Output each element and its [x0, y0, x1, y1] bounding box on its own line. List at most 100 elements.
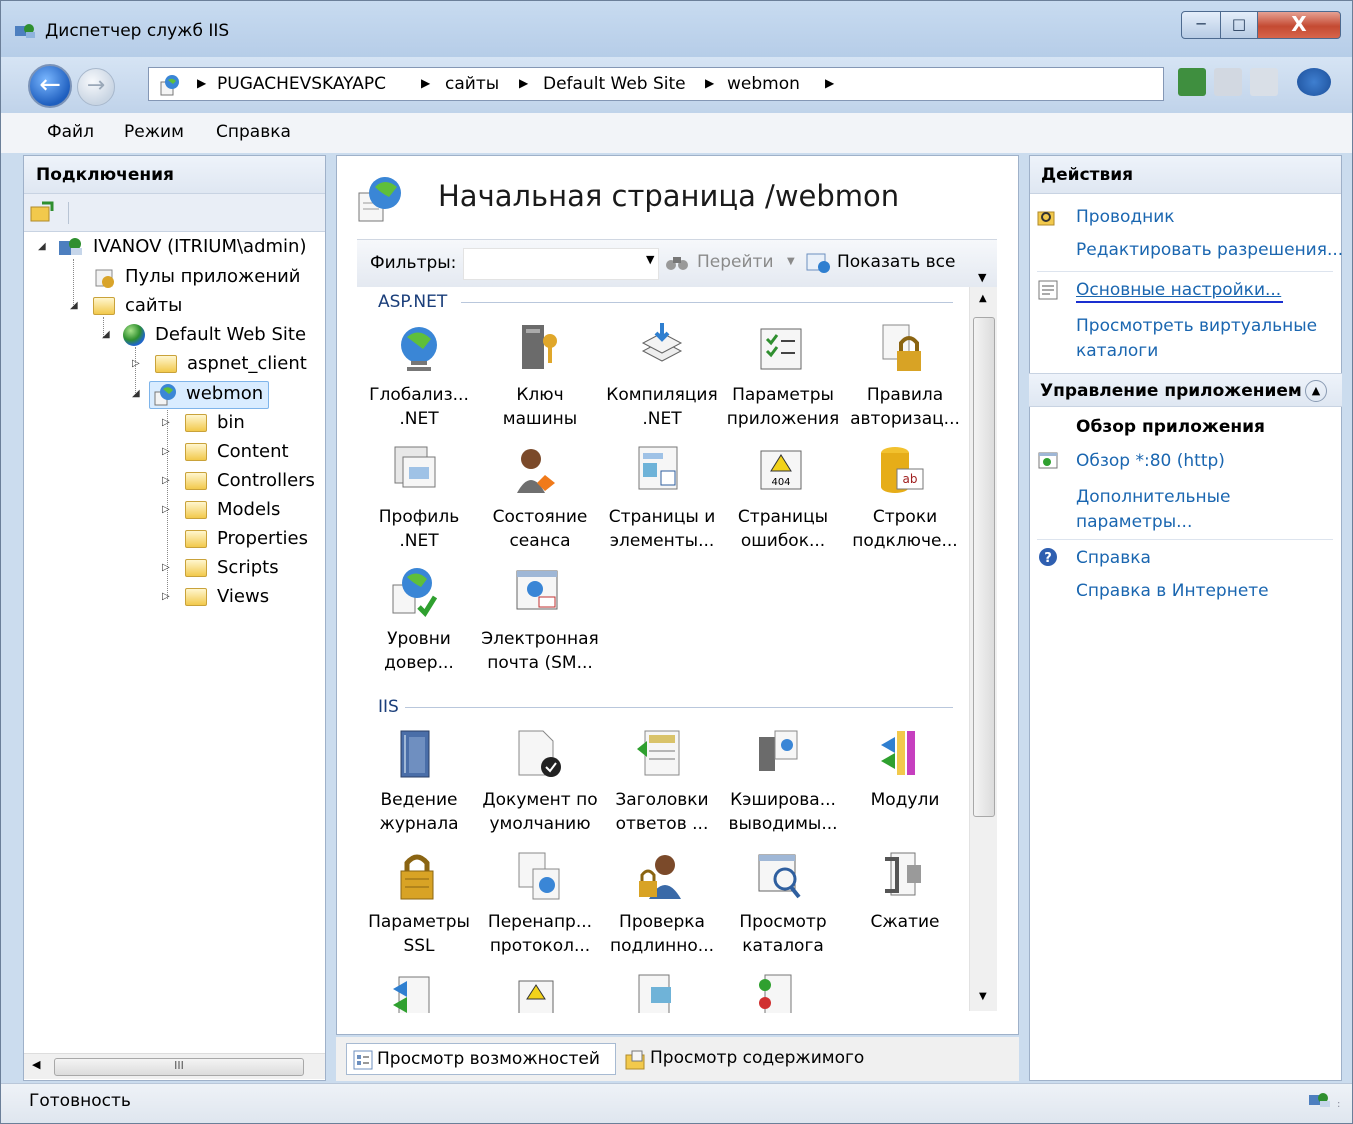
- maximize-button[interactable]: □: [1220, 11, 1258, 39]
- breadcrumb-webmon[interactable]: webmon: [727, 74, 800, 94]
- action-help[interactable]: Справка: [1076, 546, 1151, 570]
- forward-button[interactable]: →: [77, 68, 115, 106]
- tree-item-content[interactable]: Content: [217, 441, 289, 462]
- feature-ssl-settings[interactable]: Параметры SSL: [357, 910, 481, 958]
- filter-bar-overflow-icon[interactable]: ▼: [978, 271, 986, 284]
- minimize-button[interactable]: ─: [1181, 11, 1221, 39]
- feature-output-caching[interactable]: Кэширова... выводимы...: [721, 788, 845, 836]
- breadcrumb-sites[interactable]: сайты: [445, 74, 499, 94]
- connections-horizontal-scrollbar[interactable]: ◀ III: [24, 1053, 325, 1079]
- expand-toggle[interactable]: ▷: [132, 358, 140, 369]
- expand-toggle[interactable]: ▷: [162, 504, 170, 515]
- address-bar[interactable]: ▶ PUGACHEVSKAYAPC ▶ сайты ▶ Default Web …: [148, 67, 1164, 101]
- stop-icon[interactable]: [1214, 68, 1242, 96]
- feature-label: ошибок...: [740, 531, 826, 551]
- feature-authorization-rules[interactable]: Правила авторизац...: [843, 383, 967, 431]
- tree-item-controllers[interactable]: Controllers: [217, 470, 315, 491]
- tree-item-scripts[interactable]: Scripts: [217, 557, 279, 578]
- feature-label: Правила: [866, 385, 944, 405]
- feature-directory-browsing[interactable]: Просмотр каталога: [721, 910, 845, 958]
- breadcrumb-server[interactable]: PUGACHEVSKAYAPC: [217, 74, 386, 94]
- feature-default-document[interactable]: Документ по умолчанию: [478, 788, 602, 836]
- action-browse-http[interactable]: Обзор *:80 (http): [1076, 449, 1225, 473]
- expand-toggle[interactable]: ▷: [162, 446, 170, 457]
- refresh-icon[interactable]: [1178, 68, 1206, 96]
- session-state-icon: [517, 449, 555, 493]
- scrollbar-thumb[interactable]: [973, 317, 995, 817]
- feature-trust-levels[interactable]: Уровни довер...: [357, 627, 481, 675]
- feature-modules[interactable]: Модули: [843, 788, 967, 812]
- tab-features-view[interactable]: Просмотр возможностей: [346, 1043, 616, 1075]
- menu-view[interactable]: Режим: [124, 122, 184, 142]
- back-button[interactable]: ←: [28, 64, 72, 108]
- tree-item-aspnet-client[interactable]: aspnet_client: [187, 353, 307, 374]
- tab-content-view[interactable]: Просмотр содержимого: [620, 1043, 890, 1075]
- action-online-help[interactable]: Справка в Интернете: [1076, 579, 1269, 603]
- feature-compression[interactable]: Сжатие: [843, 910, 967, 934]
- collapse-section-icon[interactable]: ▲: [1305, 380, 1327, 402]
- expand-toggle[interactable]: ◢: [132, 388, 140, 399]
- go-button[interactable]: Перейти: [697, 252, 774, 272]
- feature-label: Компиляция: [606, 385, 718, 405]
- action-view-virtual-dirs-line2[interactable]: каталоги: [1076, 339, 1158, 363]
- tree-item-app-pools[interactable]: Пулы приложений: [125, 266, 301, 287]
- expand-toggle[interactable]: ▷: [162, 417, 170, 428]
- feature-error-pages[interactable]: Страницы ошибок...: [721, 505, 845, 553]
- feature-profile[interactable]: Профиль .NET: [357, 505, 481, 553]
- feature-app-settings[interactable]: Параметры приложения: [721, 383, 845, 431]
- feature-label: авторизац...: [850, 409, 960, 429]
- feature-pages-controls[interactable]: Страницы и элементы...: [600, 505, 724, 553]
- tree-item-webmon[interactable]: webmon: [186, 383, 263, 404]
- expand-toggle[interactable]: ◢: [70, 300, 78, 311]
- action-advanced-settings-line2[interactable]: параметры...: [1076, 510, 1192, 534]
- tree-item-bin[interactable]: bin: [217, 412, 245, 433]
- feature-smtp-email[interactable]: Электронная почта (SM...: [478, 627, 602, 675]
- tree-item-server[interactable]: IVANOV (ITRIUM\admin): [93, 236, 306, 257]
- action-advanced-settings-line1[interactable]: Дополнительные: [1076, 485, 1230, 509]
- home-icon[interactable]: [1250, 68, 1278, 96]
- feature-authentication[interactable]: Проверка подлинно...: [600, 910, 724, 958]
- feature-machine-key[interactable]: Ключ машины: [478, 383, 602, 431]
- scroll-left-arrow[interactable]: ◀: [32, 1058, 40, 1071]
- new-connection-icon[interactable]: [30, 201, 54, 223]
- filter-input[interactable]: [463, 248, 659, 280]
- scroll-up-arrow[interactable]: ▲: [979, 293, 987, 304]
- expand-toggle[interactable]: ▷: [162, 475, 170, 486]
- help-icon[interactable]: [1297, 68, 1331, 96]
- action-basic-settings[interactable]: Основные настройки...: [1076, 278, 1281, 302]
- action-view-virtual-dirs-line1[interactable]: Просмотреть виртуальные: [1076, 314, 1317, 338]
- action-explorer[interactable]: Проводник: [1076, 205, 1175, 229]
- tree-item-models[interactable]: Models: [217, 499, 280, 520]
- tree-item-properties[interactable]: Properties: [217, 528, 308, 549]
- features-vertical-scrollbar[interactable]: ▲ ▼: [969, 287, 997, 1011]
- go-dropdown-icon[interactable]: ▼: [787, 256, 795, 267]
- feature-http-redirect[interactable]: Перенапр... протокол...: [478, 910, 602, 958]
- scroll-down-arrow[interactable]: ▼: [979, 991, 987, 1002]
- breadcrumb-default-web-site[interactable]: Default Web Site: [543, 74, 686, 94]
- expand-toggle[interactable]: ▷: [162, 591, 170, 602]
- resize-grip-icon[interactable]: :: [1337, 1099, 1340, 1110]
- feature-globalization[interactable]: Глобализ... .NET: [357, 383, 481, 431]
- tree-item-default-web-site[interactable]: Default Web Site: [155, 324, 306, 345]
- expand-toggle[interactable]: ◢: [102, 329, 110, 340]
- show-all-button[interactable]: Показать все: [837, 252, 955, 272]
- tree-item-sites[interactable]: сайты: [125, 295, 182, 316]
- expand-toggle[interactable]: ▷: [162, 562, 170, 573]
- feature-response-headers[interactable]: Заголовки ответов ...: [600, 788, 724, 836]
- menu-file[interactable]: Файл: [47, 122, 94, 142]
- handler-mappings-icon: [393, 976, 430, 1013]
- scrollbar-thumb[interactable]: III: [54, 1058, 304, 1076]
- feature-compilation[interactable]: Компиляция .NET: [600, 383, 724, 431]
- action-edit-permissions[interactable]: Редактировать разрешения...: [1076, 238, 1343, 262]
- feature-logging[interactable]: Ведение журнала: [357, 788, 481, 836]
- menu-help[interactable]: Справка: [216, 122, 291, 142]
- close-button[interactable]: X: [1257, 11, 1341, 39]
- expand-toggle[interactable]: ◢: [38, 241, 46, 252]
- feature-connection-strings[interactable]: Строки подключе...: [843, 505, 967, 553]
- default-document-icon: [518, 730, 561, 777]
- filter-dropdown-icon[interactable]: ▼: [646, 253, 654, 266]
- show-all-icon: [806, 253, 830, 273]
- tree-item-views[interactable]: Views: [217, 586, 269, 607]
- feature-label: Профиль: [378, 507, 460, 527]
- feature-session-state[interactable]: Состояние сеанса: [478, 505, 602, 553]
